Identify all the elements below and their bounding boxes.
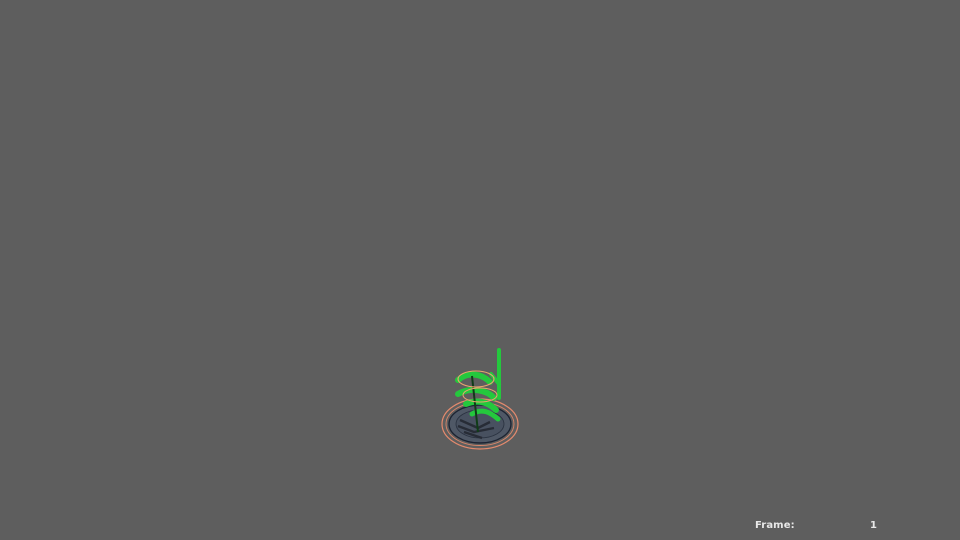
base-disk-core xyxy=(455,409,505,439)
torso-curve xyxy=(455,371,493,385)
root-control[interactable] xyxy=(441,398,519,450)
frame-value: 1 xyxy=(870,520,878,531)
character-rig[interactable] xyxy=(438,346,528,456)
3d-viewport[interactable]: Frame: 1 xyxy=(0,0,960,540)
frame-label: Frame: xyxy=(755,520,795,531)
frame-hud: Frame: 1 xyxy=(755,520,885,534)
